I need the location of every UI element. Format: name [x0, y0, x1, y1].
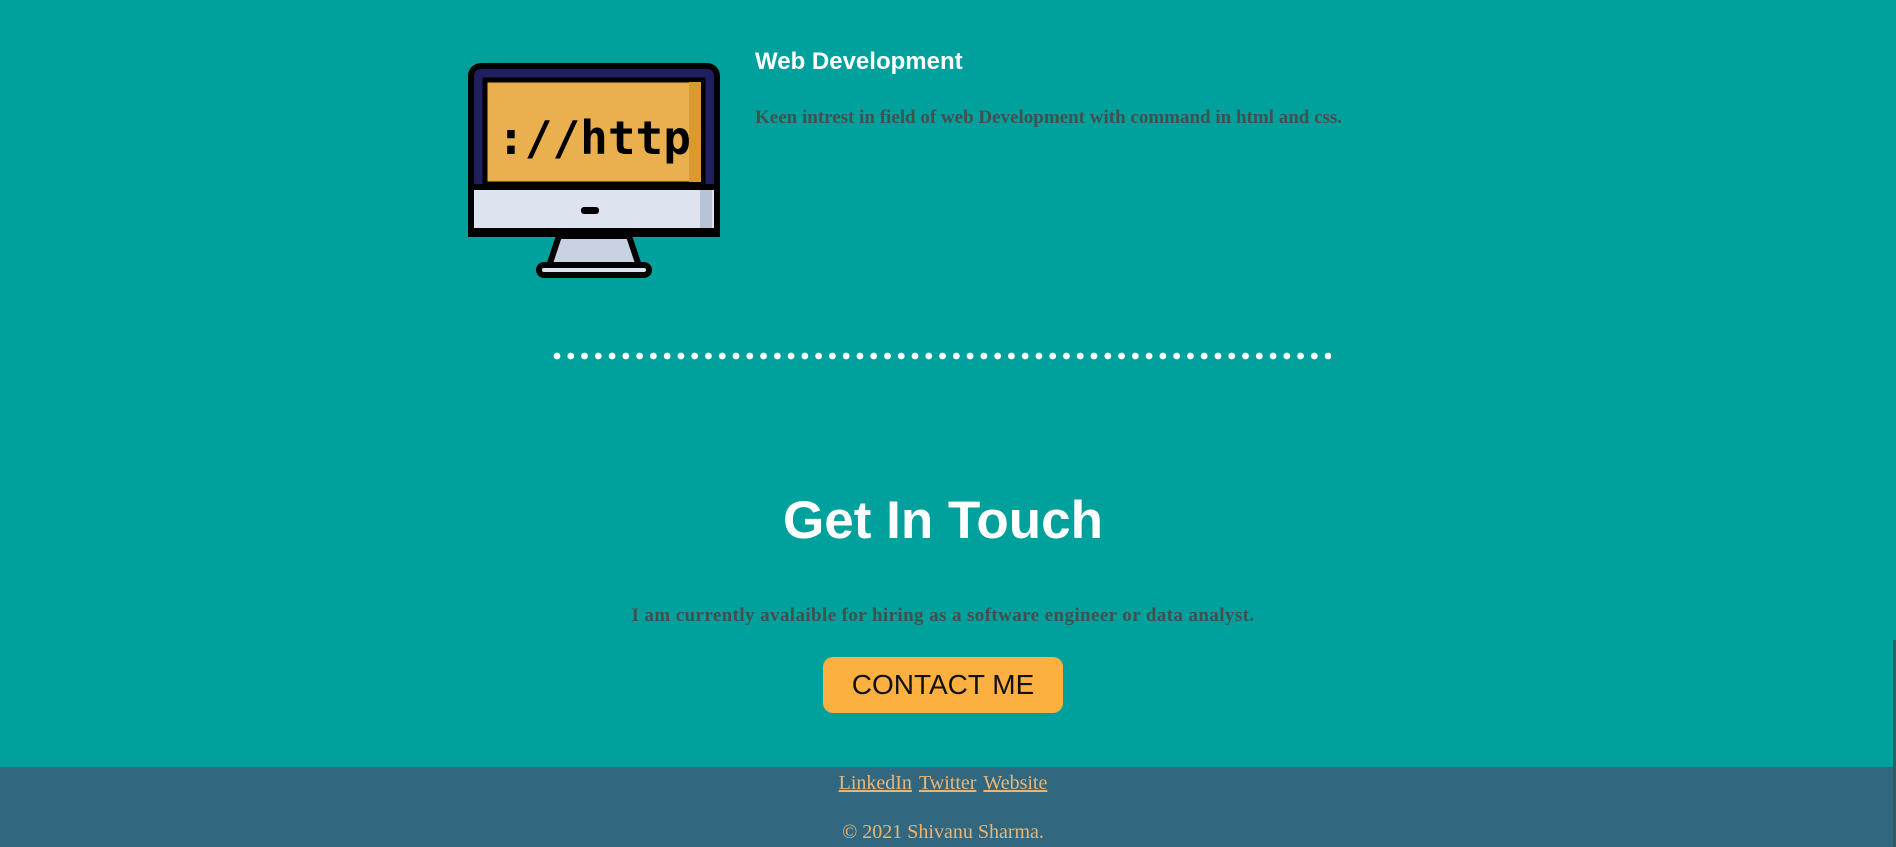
divider-dot — [1214, 352, 1222, 360]
divider-dot — [1310, 352, 1318, 360]
divider-dot — [581, 352, 588, 360]
footer-links: LinkedIn Twitter Website — [0, 772, 1886, 795]
divider-dot — [691, 352, 699, 360]
divider-dot — [1200, 352, 1208, 360]
divider-dot — [815, 352, 823, 360]
divider-dot — [994, 352, 1002, 360]
divider-dot — [663, 352, 671, 360]
page: ://http Web Development Keen intrest in … — [0, 0, 1893, 847]
divider-dot — [746, 352, 754, 360]
divider-dot — [1283, 352, 1291, 360]
divider-dot — [966, 352, 974, 360]
divider-dot — [1145, 352, 1153, 360]
divider-dot — [622, 352, 630, 360]
divider-dot — [1076, 352, 1084, 360]
divider-dot — [553, 352, 561, 360]
twitter-link[interactable]: Twitter — [919, 772, 976, 794]
computer-http-icon: ://http — [468, 63, 720, 278]
divider-dot — [1008, 352, 1015, 360]
divider-dot — [787, 352, 795, 360]
svg-text:://http: ://http — [497, 111, 691, 165]
divider-dot — [801, 352, 809, 360]
divider-dot — [842, 352, 850, 360]
divider-dot — [829, 352, 836, 360]
divider-dot — [1242, 352, 1249, 360]
divider-dot — [677, 352, 685, 360]
divider-dot — [636, 352, 644, 360]
divider-dot — [1049, 352, 1057, 360]
divider-dot — [1297, 352, 1304, 360]
contact-me-button[interactable]: CONTACT ME — [823, 657, 1063, 713]
divider-dot — [925, 352, 933, 360]
divider-dot — [911, 352, 919, 360]
divider-dot — [1187, 352, 1194, 360]
divider-dot — [1063, 352, 1070, 360]
divider-dot — [1324, 352, 1331, 360]
divider-dot — [952, 352, 960, 360]
divider-dot — [1159, 352, 1167, 360]
contact-description: I am currently avalaible for hiring as a… — [631, 605, 1255, 626]
divider-dot — [1035, 352, 1043, 360]
divider-dot — [980, 352, 988, 360]
skill-description: Keen intrest in field of web Development… — [755, 107, 1343, 128]
divider-dot — [594, 352, 602, 360]
divider-dot — [939, 352, 946, 360]
divider-dot — [608, 352, 616, 360]
skill-section: ://http Web Development Keen intrest in … — [467, 48, 1467, 282]
divider-dot — [1021, 352, 1029, 360]
divider-dot — [1104, 352, 1112, 360]
divider-dot — [897, 352, 905, 360]
dotted-divider — [553, 352, 1331, 360]
divider-dot — [1131, 352, 1139, 360]
skill-title: Web Development — [755, 48, 963, 75]
divider-dot — [760, 352, 767, 360]
divider-dot — [884, 352, 891, 360]
divider-dot — [567, 352, 575, 360]
divider-dot — [1118, 352, 1125, 360]
divider-dot — [705, 352, 712, 360]
divider-dot — [1228, 352, 1236, 360]
divider-dot — [1269, 352, 1277, 360]
divider-dot — [649, 352, 657, 360]
contact-title: Get In Touch — [783, 491, 1103, 550]
website-link[interactable]: Website — [983, 772, 1047, 794]
divider-dot — [1173, 352, 1181, 360]
divider-dot — [718, 352, 726, 360]
copyright: © 2021 Shivanu Sharma. — [842, 821, 1044, 843]
divider-dot — [870, 352, 878, 360]
footer: LinkedIn Twitter Website © 2021 Shivanu … — [0, 767, 1893, 847]
divider-dot — [1090, 352, 1098, 360]
linkedin-link[interactable]: LinkedIn — [839, 772, 912, 794]
divider-dot — [732, 352, 740, 360]
divider-dot — [1255, 352, 1263, 360]
divider-dot — [856, 352, 864, 360]
divider-dot — [773, 352, 781, 360]
